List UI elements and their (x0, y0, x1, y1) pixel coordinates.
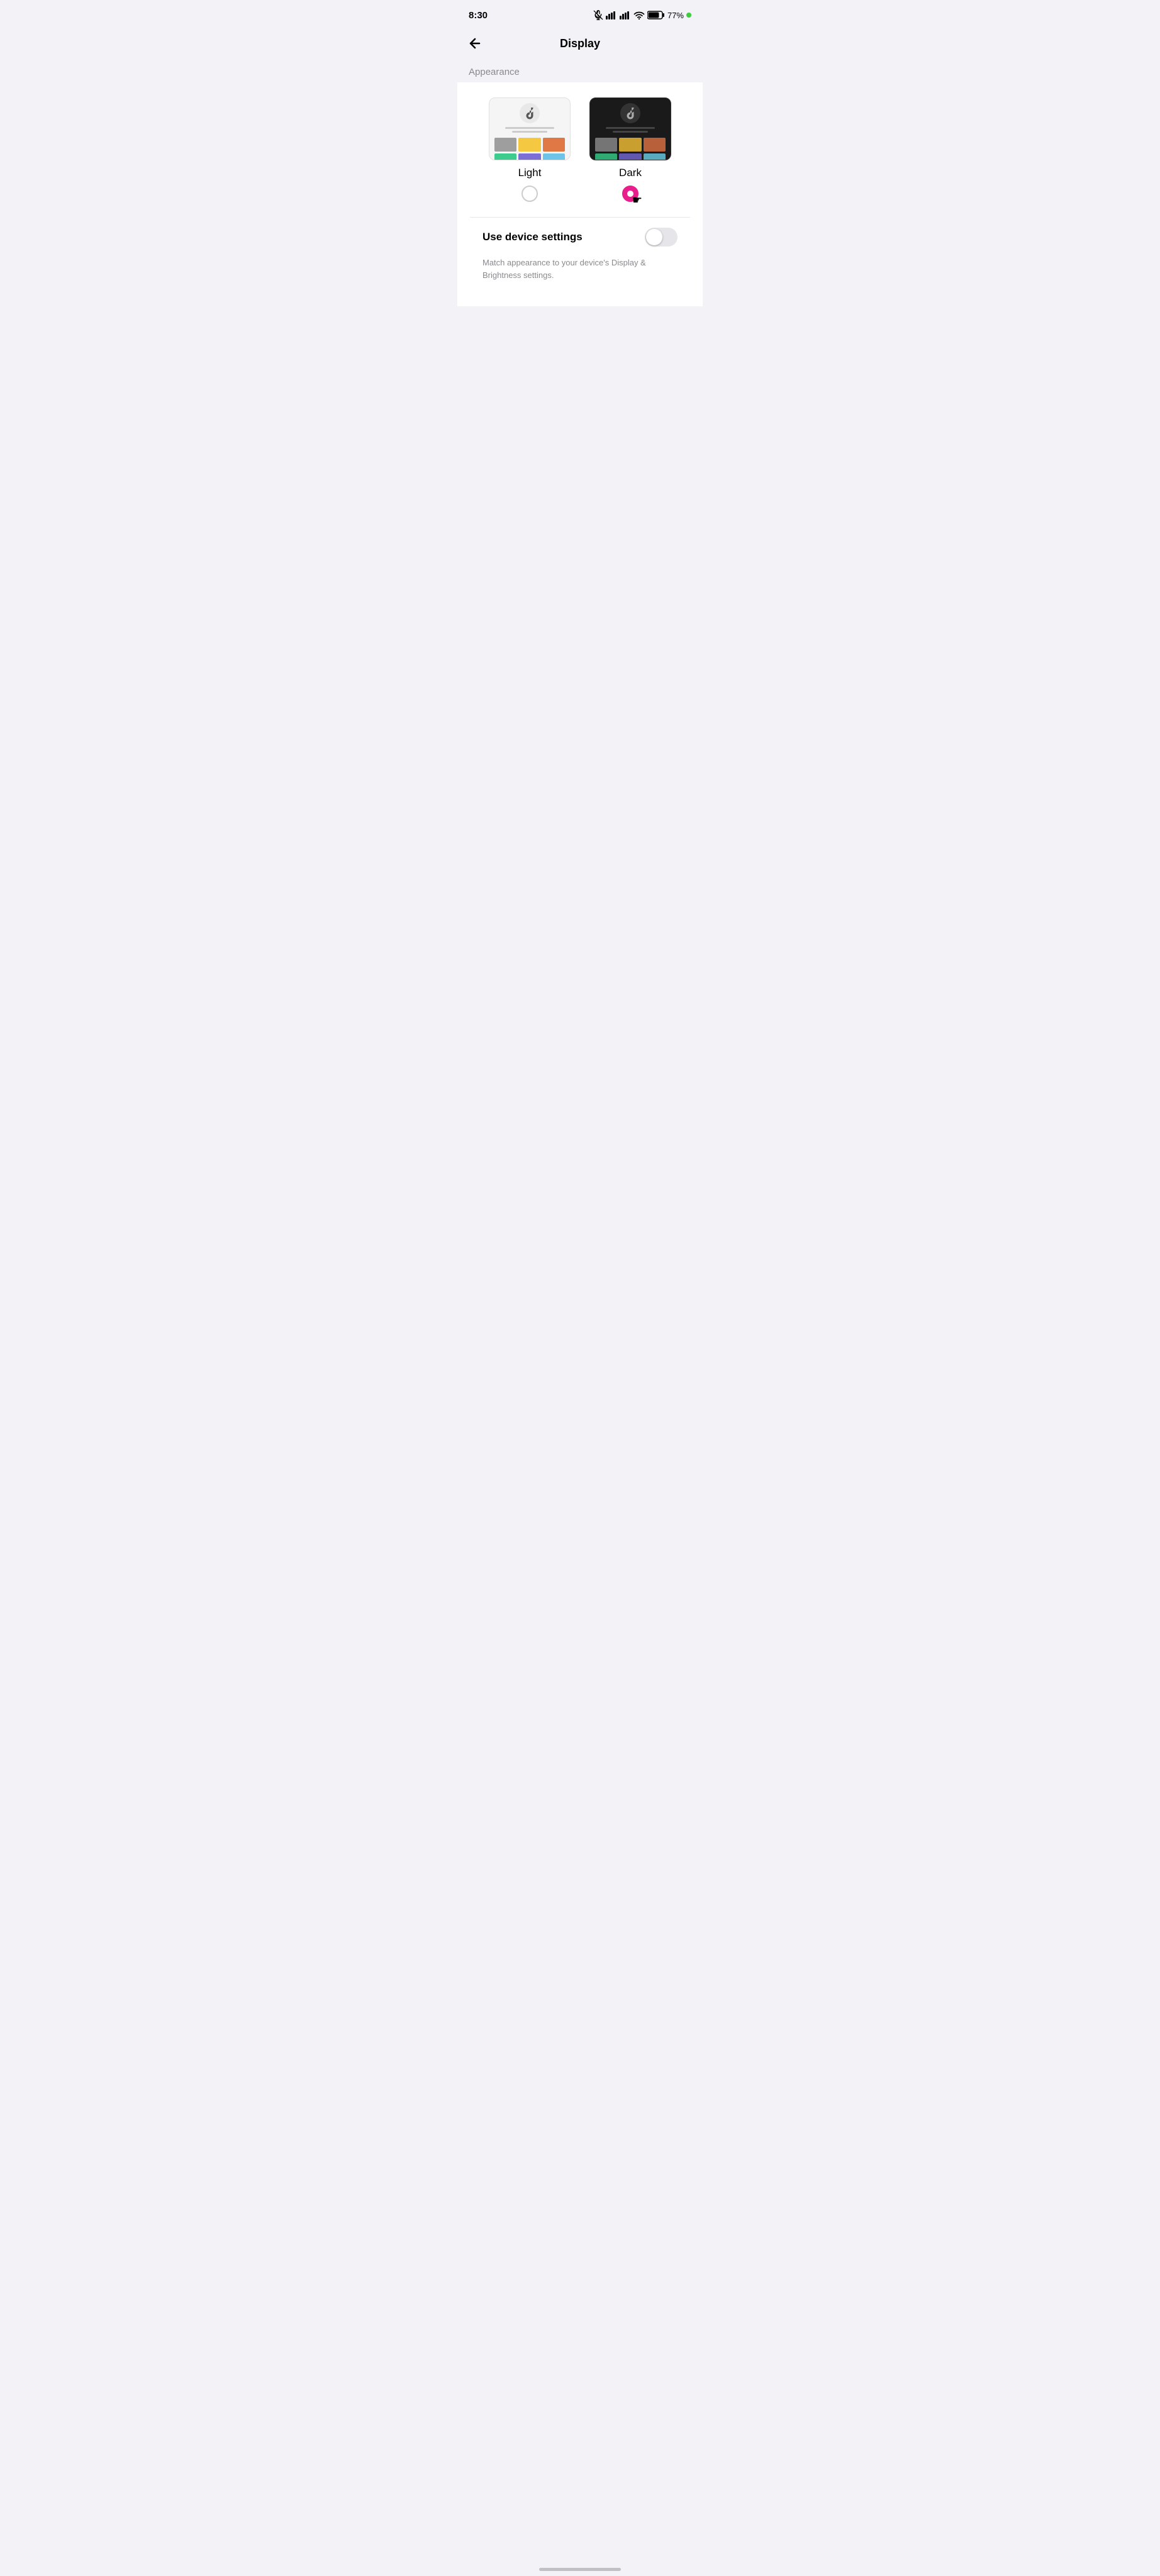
nav-bar: Display (457, 28, 703, 59)
device-settings-toggle[interactable] (645, 228, 678, 247)
light-theme-radio[interactable] (521, 186, 538, 202)
status-bar: 8:30 (457, 0, 703, 28)
light-theme-label: Light (518, 167, 542, 179)
theme-options: Light (470, 97, 690, 202)
battery-percent: 77% (667, 11, 684, 20)
battery-icon (647, 11, 665, 19)
mute-icon (593, 10, 603, 20)
device-settings-label: Use device settings (482, 231, 583, 243)
signal-icon-1 (606, 11, 617, 19)
tiktok-dark-icon (620, 103, 640, 123)
device-settings-description: Match appearance to your device's Displa… (470, 257, 690, 294)
dark-theme-preview (589, 97, 671, 160)
back-arrow-icon (467, 36, 482, 51)
light-theme-grid (489, 135, 570, 160)
dark-radio-container: ☛ (622, 186, 639, 202)
page-title: Display (560, 37, 600, 50)
dark-theme-option[interactable]: Dark ☛ (589, 97, 671, 202)
home-indicator (539, 2568, 621, 2571)
dark-theme-label: Dark (619, 167, 642, 179)
status-time: 8:30 (469, 10, 488, 21)
dark-theme-radio[interactable] (622, 186, 639, 202)
back-button[interactable] (467, 36, 482, 51)
light-theme-option[interactable]: Light (489, 97, 571, 202)
tiktok-light-icon (520, 103, 540, 123)
light-theme-preview (489, 97, 571, 160)
toggle-knob (646, 229, 662, 245)
status-icons: 77% (593, 10, 691, 20)
appearance-card: Light (457, 82, 703, 306)
battery-dot (686, 13, 691, 18)
signal-icon-2 (620, 11, 631, 19)
appearance-section-label: Appearance (457, 59, 703, 82)
device-settings-row: Use device settings (470, 218, 690, 257)
dark-theme-grid (590, 135, 671, 160)
wifi-icon (633, 11, 645, 19)
